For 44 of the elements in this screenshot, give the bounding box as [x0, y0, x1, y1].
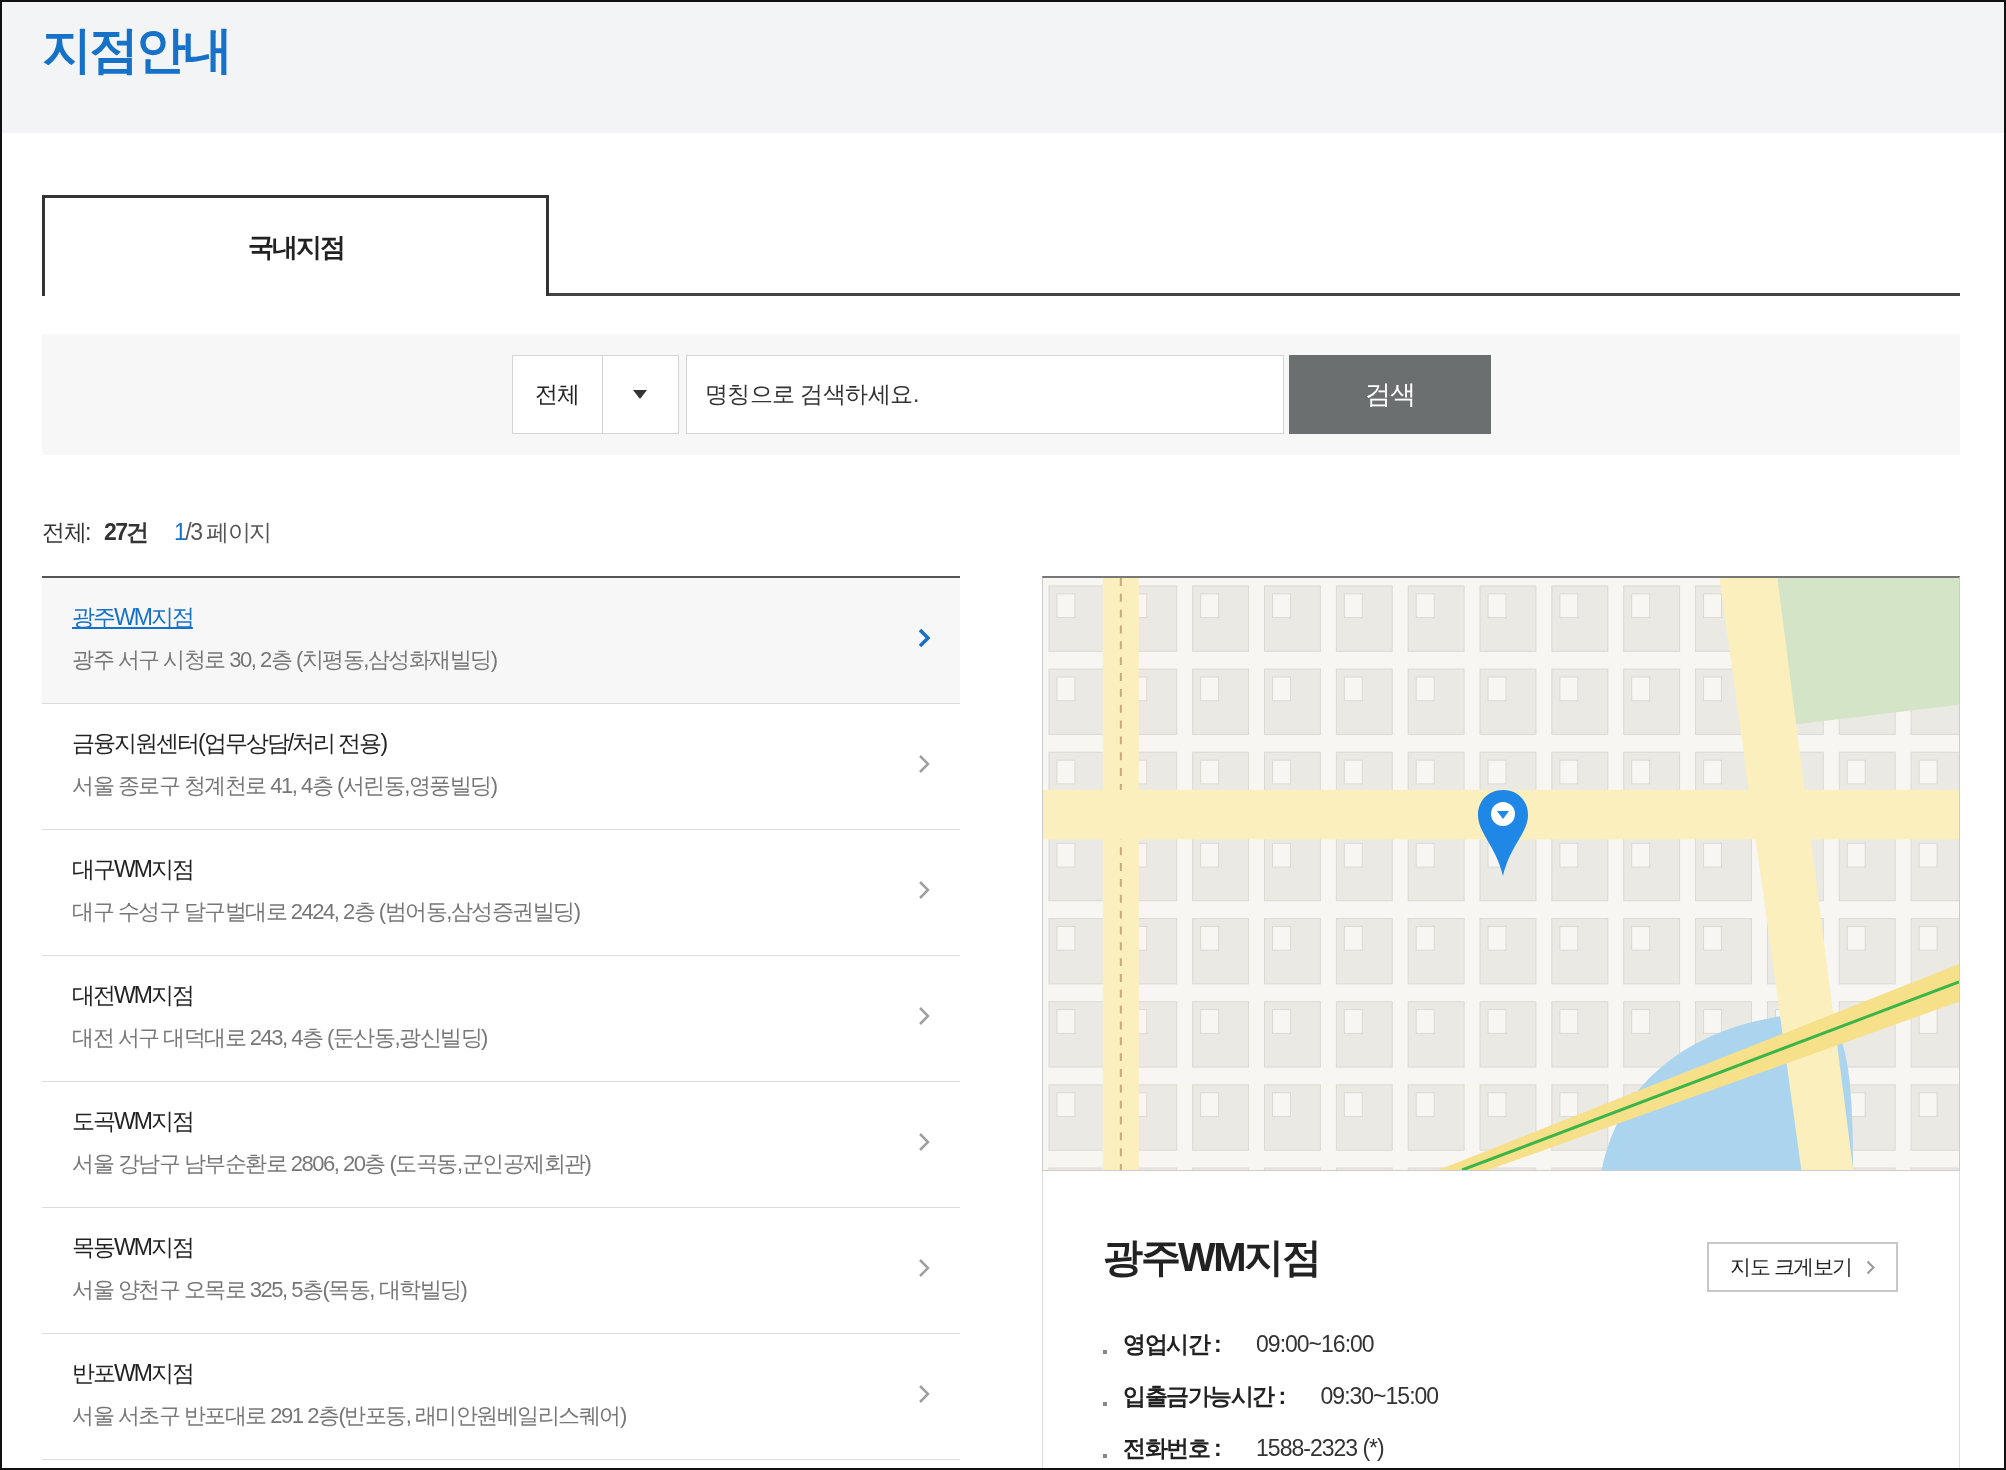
info-label: 입출금가능시간 : [1123, 1381, 1285, 1411]
info-label: 영업시간 : [1123, 1329, 1221, 1359]
chevron-right-icon [1865, 1259, 1875, 1275]
chevron-right-icon [918, 1131, 930, 1152]
branch-address: 서울 양천구 오목로 325, 5층(목동, 대학빌딩) [72, 1275, 467, 1304]
info-value: 1588-2323 (*) [1256, 1434, 1384, 1462]
branch-name: 대전WM지점 [72, 980, 193, 1010]
bullet-icon [1103, 1402, 1107, 1406]
branch-name: 대구WM지점 [72, 854, 193, 884]
branch-address: 서울 종로구 청계천로 41, 4층 (서린동,영풍빌딩) [72, 771, 497, 800]
bullet-icon [1103, 1350, 1107, 1354]
category-select[interactable]: 전체 [511, 355, 679, 434]
branch-tab[interactable]: 국내지점 [42, 195, 549, 296]
info-label: 전화번호 : [1123, 1433, 1221, 1463]
total-count: 27건 [103, 517, 148, 547]
branch-detail-title: 광주WM지점 [1103, 1234, 1320, 1281]
branch-item[interactable]: 광주WM지점 광주 서구 시청로 30, 2층 (치평동,삼성화재빌딩) [42, 578, 960, 704]
chevron-right-icon [918, 1005, 930, 1026]
view-large-map-button[interactable]: 지도 크게보기 [1707, 1242, 1898, 1292]
bullet-icon [1103, 1454, 1107, 1458]
page-total: /3 페이지 [185, 517, 271, 547]
chevron-right-icon [918, 1257, 930, 1278]
search-button[interactable]: 검색 [1288, 355, 1491, 434]
branch-address: 대전 서구 대덕대로 243, 4층 (둔산동,광신빌딩) [72, 1023, 487, 1052]
caret-down-icon [633, 390, 647, 399]
branch-name: 목동WM지점 [72, 1232, 193, 1262]
branch-name: 도곡WM지점 [72, 1106, 193, 1136]
chevron-right-icon [918, 627, 930, 648]
info-value: 09:30~15:00 [1320, 1382, 1439, 1410]
branch-address: 대구 수성구 달구벌대로 2424, 2층 (범어동,삼성증권빌딩) [72, 897, 580, 926]
branch-name: 광주WM지점 [72, 602, 193, 632]
chevron-right-icon [918, 879, 930, 900]
chevron-right-icon [918, 753, 930, 774]
total-label: 전체: [42, 517, 90, 547]
chevron-right-icon [918, 1383, 930, 1404]
branch-address: 서울 서초구 반포대로 291 2층(반포동, 래미안원베일리스퀘어) [72, 1401, 626, 1430]
branch-address: 광주 서구 시청로 30, 2층 (치평동,삼성화재빌딩) [72, 645, 497, 674]
search-field[interactable]: 명칭으로 검색하세요. [685, 355, 1284, 434]
page-title: 지점안내 [42, 21, 230, 79]
info-value: 09:00~16:00 [1256, 1330, 1374, 1358]
branch-name: 반포WM지점 [72, 1358, 193, 1388]
current-page: 1 [174, 518, 186, 546]
branch-name: 금융지원센터(업무상담/처리 전용) [72, 728, 387, 758]
branch-address: 서울 강남구 남부순환로 2806, 20층 (도곡동,군인공제회관) [72, 1149, 591, 1178]
